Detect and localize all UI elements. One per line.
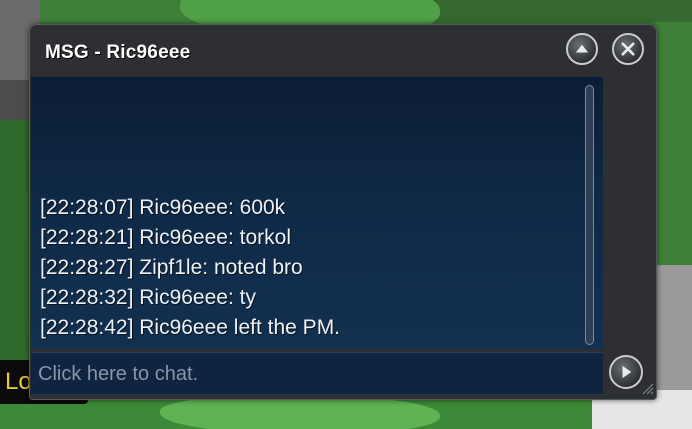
tree-foliage (160, 395, 440, 429)
send-button[interactable] (609, 355, 643, 389)
message-line: [22:28:42] Ric96eee left the PM. (40, 316, 341, 339)
private-message-window[interactable]: MSG - Ric96eee [22:28:07] Ric96eee: 600k… (29, 24, 657, 400)
chevron-right-icon (622, 365, 632, 379)
message-line: [22:28:32] Ric96eee: ty (40, 286, 256, 309)
scrollbar[interactable] (582, 85, 596, 345)
minimize-button[interactable] (566, 33, 598, 65)
resize-grip-icon[interactable] (640, 381, 654, 395)
window-side-panel (604, 77, 655, 349)
message-line: [22:28:07] Ric96eee: 600k (40, 196, 286, 219)
message-line: [22:28:27] Zipf1le: noted bro (40, 256, 303, 279)
terrain-tile (420, 0, 692, 22)
close-icon (621, 42, 635, 56)
message-line: [22:28:21] Ric96eee: torkol (40, 226, 291, 249)
close-button[interactable] (612, 33, 644, 65)
message-log[interactable]: [22:28:07] Ric96eee: 600k [22:28:21] Ric… (31, 77, 603, 349)
chat-input[interactable]: Click here to chat. (31, 352, 603, 394)
scrollbar-thumb[interactable] (585, 85, 594, 345)
window-title[interactable]: MSG - Ric96eee (45, 42, 190, 64)
chevron-up-icon (575, 44, 589, 53)
message-list: [22:28:07] Ric96eee: 600k [22:28:21] Ric… (40, 193, 340, 343)
